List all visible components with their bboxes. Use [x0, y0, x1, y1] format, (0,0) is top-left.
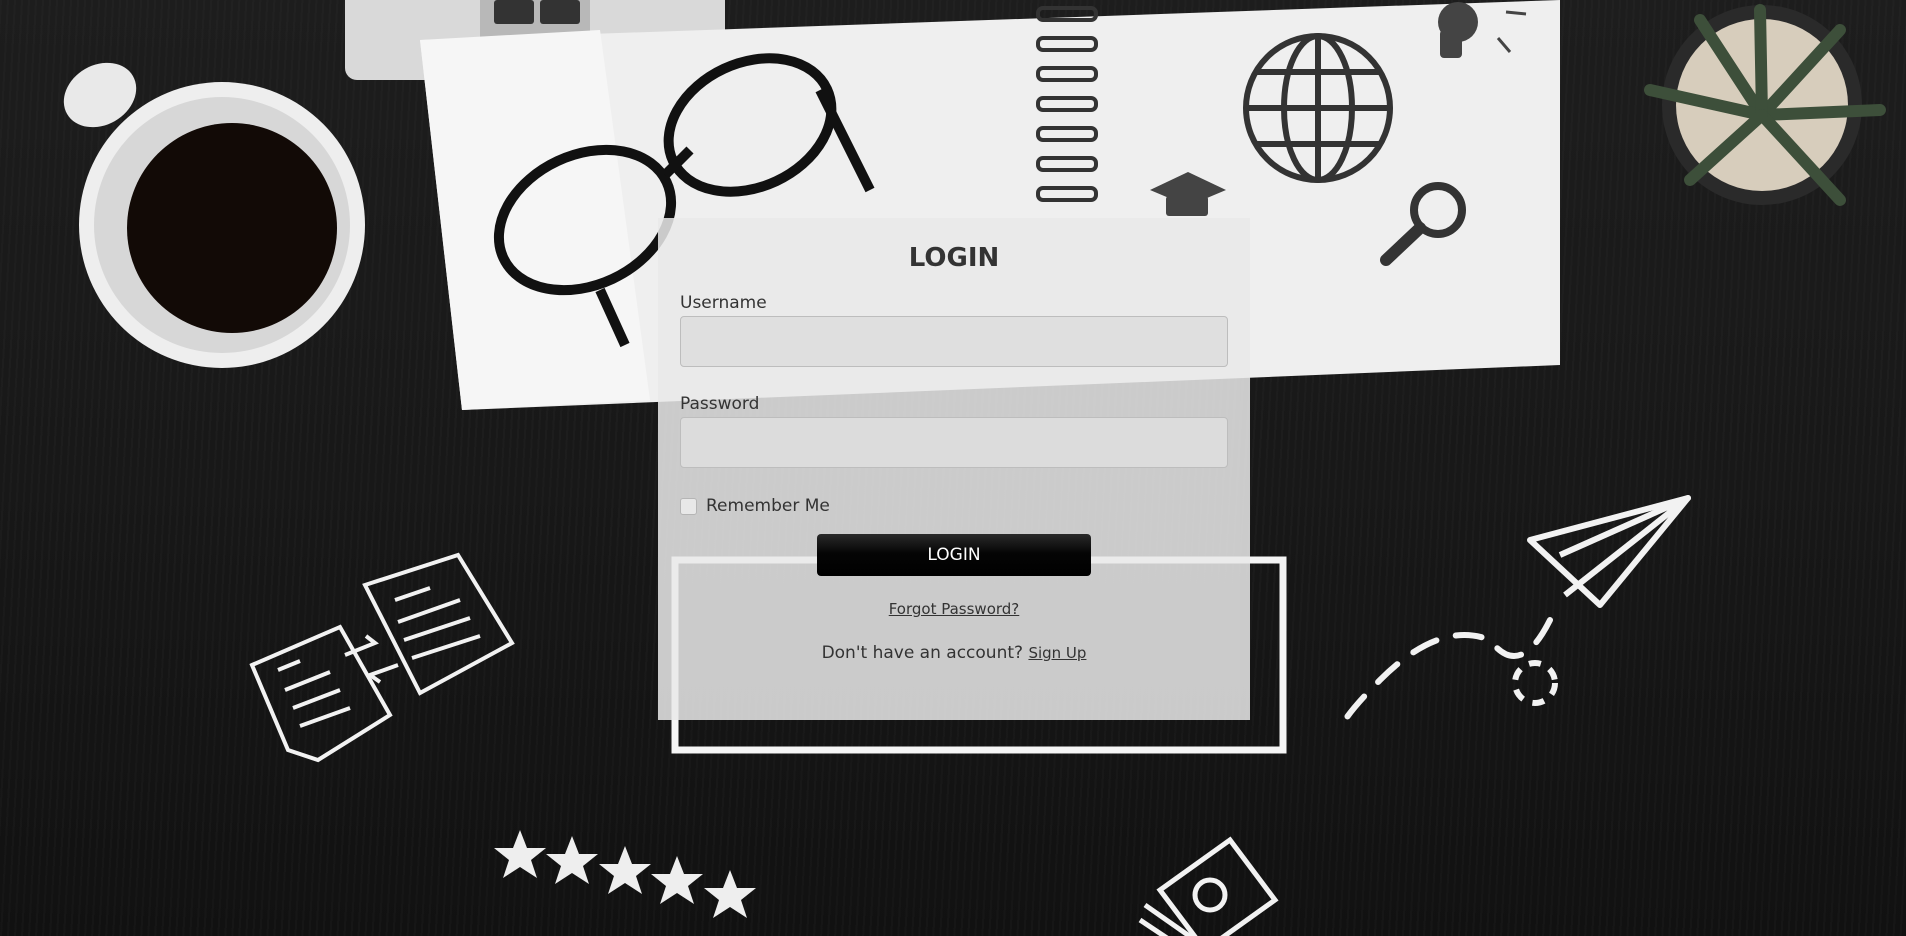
signup-row: Don't have an account? Sign Up	[680, 642, 1228, 664]
password-label: Password	[680, 394, 760, 414]
login-button[interactable]: LOGIN	[817, 534, 1091, 576]
remember-me-label[interactable]: Remember Me	[706, 496, 830, 516]
signup-link[interactable]: Sign Up	[1028, 644, 1086, 662]
password-group: Password	[680, 393, 1228, 468]
coffee-cup-icon	[63, 62, 365, 368]
password-input[interactable]	[680, 417, 1228, 468]
background-scene: LOGIN Username Password Remember Me LOGI…	[0, 0, 1906, 936]
username-input[interactable]	[680, 316, 1228, 367]
stars-rating-icon	[494, 830, 756, 918]
paper-plane-icon	[1342, 495, 1691, 723]
login-title: LOGIN	[908, 243, 1000, 273]
username-label: Username	[680, 293, 767, 313]
remember-me-checkbox[interactable]	[680, 497, 697, 515]
signup-prompt: Don't have an account?	[821, 643, 1024, 663]
succulent-plant-icon	[1644, 4, 1886, 206]
forgot-password-row: Forgot Password?	[680, 598, 1228, 620]
documents-exchange-icon	[249, 552, 515, 763]
login-card: LOGIN Username Password Remember Me LOGI…	[658, 218, 1250, 720]
remember-me-row[interactable]: Remember Me	[680, 492, 1228, 520]
username-group: Username	[680, 292, 1228, 367]
globe-icon	[1243, 33, 1393, 183]
money-bills-icon	[1138, 836, 1279, 936]
forgot-password-link[interactable]: Forgot Password?	[889, 600, 1020, 618]
